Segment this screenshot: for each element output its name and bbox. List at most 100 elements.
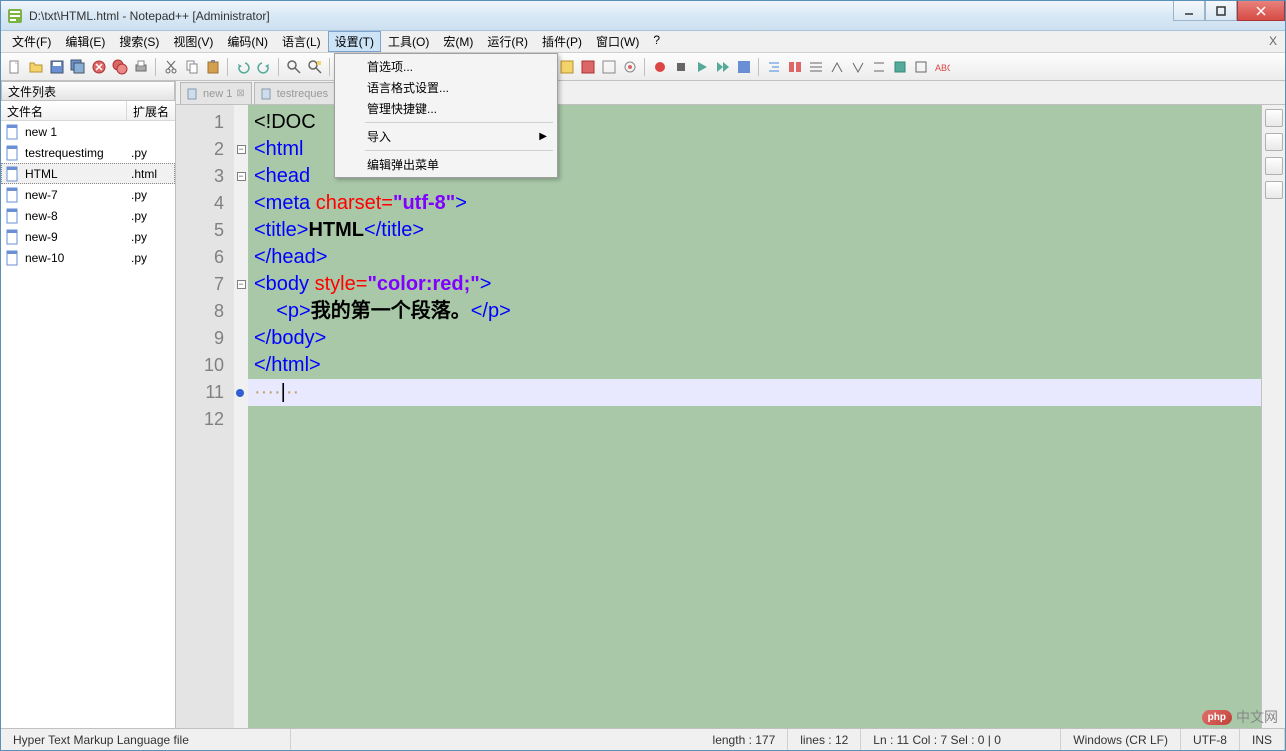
code-line[interactable]: <p>我的第一个段落。</p> (254, 298, 1255, 325)
fold-column[interactable]: − − − (234, 105, 248, 728)
file-row[interactable]: new-8.py (1, 205, 175, 226)
zoom-in-icon[interactable] (557, 57, 576, 76)
dropdown-item[interactable]: 编辑弹出菜单 (337, 154, 555, 175)
menu-视图[interactable]: 视图(V) (166, 31, 220, 52)
code-line[interactable]: <body style="color:red;"> (254, 271, 1255, 298)
strip-button[interactable] (1265, 109, 1283, 127)
fold-marker[interactable]: − (237, 280, 246, 289)
file-row[interactable]: new 1 (1, 121, 175, 142)
indent-icon[interactable] (764, 57, 783, 76)
header-ext[interactable]: 扩展名 (127, 101, 175, 120)
guide-icon[interactable] (827, 57, 846, 76)
menubar-close-x[interactable]: X (1269, 34, 1277, 48)
tab-close-icon[interactable]: ⊠ (236, 88, 244, 99)
open-file-icon[interactable] (26, 57, 45, 76)
file-icon (5, 208, 21, 224)
tab-label: new 1 (203, 88, 232, 100)
strip-button[interactable] (1265, 133, 1283, 151)
file-icon (5, 124, 21, 140)
record-icon[interactable] (650, 57, 669, 76)
dropdown-item[interactable]: 首选项... (337, 56, 555, 77)
play-icon[interactable] (692, 57, 711, 76)
paste-icon[interactable] (203, 57, 222, 76)
maximize-button[interactable] (1205, 1, 1237, 21)
file-row[interactable]: new-9.py (1, 226, 175, 247)
file-row[interactable]: testrequestimg.py (1, 142, 175, 163)
save-macro-icon[interactable] (734, 57, 753, 76)
code-line[interactable]: </body> (254, 325, 1255, 352)
file-list-header[interactable]: 文件名 扩展名 (1, 101, 175, 121)
app-window: D:\txt\HTML.html - Notepad++ [Administra… (0, 0, 1286, 751)
code-line[interactable]: </html> (254, 352, 1255, 379)
code-line[interactable]: </head> (254, 244, 1255, 271)
minimize-button[interactable] (1173, 1, 1205, 21)
fold-marker[interactable]: − (237, 145, 246, 154)
stop-icon[interactable] (671, 57, 690, 76)
code-editor[interactable]: 123456789101112 −−− <!DOC<html<head<meta… (176, 105, 1261, 728)
dropdown-item[interactable]: 语言格式设置... (337, 77, 555, 98)
sync-h-icon[interactable] (620, 57, 639, 76)
file-ext: .py (131, 188, 171, 202)
copy-icon[interactable] (182, 57, 201, 76)
editor-tab[interactable]: testreques (254, 82, 335, 104)
sync-v-icon[interactable] (599, 57, 618, 76)
menu-搜索[interactable]: 搜索(S) (112, 31, 166, 52)
file-name: new-10 (25, 251, 131, 265)
status-position: Ln : 11 Col : 7 Sel : 0 | 0 (861, 729, 1061, 750)
play-multi-icon[interactable] (713, 57, 732, 76)
titlebar[interactable]: D:\txt\HTML.html - Notepad++ [Administra… (1, 1, 1285, 31)
show-all-icon[interactable] (806, 57, 825, 76)
strip-button[interactable] (1265, 181, 1283, 199)
strip-button[interactable] (1265, 157, 1283, 175)
menu-设置[interactable]: 设置(T) (328, 31, 381, 52)
code-line[interactable]: <title>HTML</title> (254, 217, 1255, 244)
menu-工具[interactable]: 工具(O) (381, 31, 436, 52)
file-ext: .py (131, 230, 171, 244)
code-line[interactable]: <meta charset="utf-8"> (254, 190, 1255, 217)
func-list-icon[interactable]: ABC (932, 57, 951, 76)
file-row[interactable]: new-10.py (1, 247, 175, 268)
menu-语言[interactable]: 语言(L) (275, 31, 328, 52)
file-row[interactable]: HTML.html (1, 163, 175, 184)
doc-list-icon[interactable] (890, 57, 909, 76)
code-line[interactable]: ····|·· (248, 379, 1261, 406)
unfold-all-icon[interactable] (869, 57, 888, 76)
menu-运行[interactable]: 运行(R) (480, 31, 535, 52)
menu-宏[interactable]: 宏(M) (436, 31, 480, 52)
menu-插件[interactable]: 插件(P) (535, 31, 589, 52)
menu-文件[interactable]: 文件(F) (5, 31, 58, 52)
undo-icon[interactable] (233, 57, 252, 76)
menu-?[interactable]: ? (646, 31, 667, 52)
menu-编码[interactable]: 编码(N) (220, 31, 275, 52)
menu-窗口[interactable]: 窗口(W) (589, 31, 646, 52)
code-line[interactable] (254, 406, 1255, 433)
editor-tab[interactable]: new 1 ⊠ (180, 82, 252, 104)
file-ext: .py (131, 146, 171, 160)
save-all-icon[interactable] (68, 57, 87, 76)
wrap-icon[interactable] (785, 57, 804, 76)
cut-icon[interactable] (161, 57, 180, 76)
file-list-title: 文件列表 (1, 81, 175, 101)
fold-all-icon[interactable] (848, 57, 867, 76)
close-all-icon[interactable] (110, 57, 129, 76)
close-file-icon[interactable] (89, 57, 108, 76)
print-icon[interactable] (131, 57, 150, 76)
file-row[interactable]: new-7.py (1, 184, 175, 205)
new-file-icon[interactable] (5, 57, 24, 76)
file-ext: .html (131, 167, 171, 181)
close-button[interactable] (1237, 1, 1285, 21)
zoom-out-icon[interactable] (578, 57, 597, 76)
fold-marker[interactable]: − (237, 172, 246, 181)
dropdown-item[interactable]: 管理快捷键... (337, 98, 555, 119)
header-filename[interactable]: 文件名 (1, 101, 127, 120)
dropdown-item[interactable]: 导入▶ (337, 126, 555, 147)
doc-map-icon[interactable] (911, 57, 930, 76)
menu-编辑[interactable]: 编辑(E) (58, 31, 112, 52)
code-content[interactable]: <!DOC<html<head<meta charset="utf-8"><ti… (248, 105, 1261, 728)
redo-icon[interactable] (254, 57, 273, 76)
save-icon[interactable] (47, 57, 66, 76)
dropdown-separator (365, 122, 553, 123)
status-length: length : 177 (701, 729, 789, 750)
find-icon[interactable] (284, 57, 303, 76)
replace-icon[interactable] (305, 57, 324, 76)
